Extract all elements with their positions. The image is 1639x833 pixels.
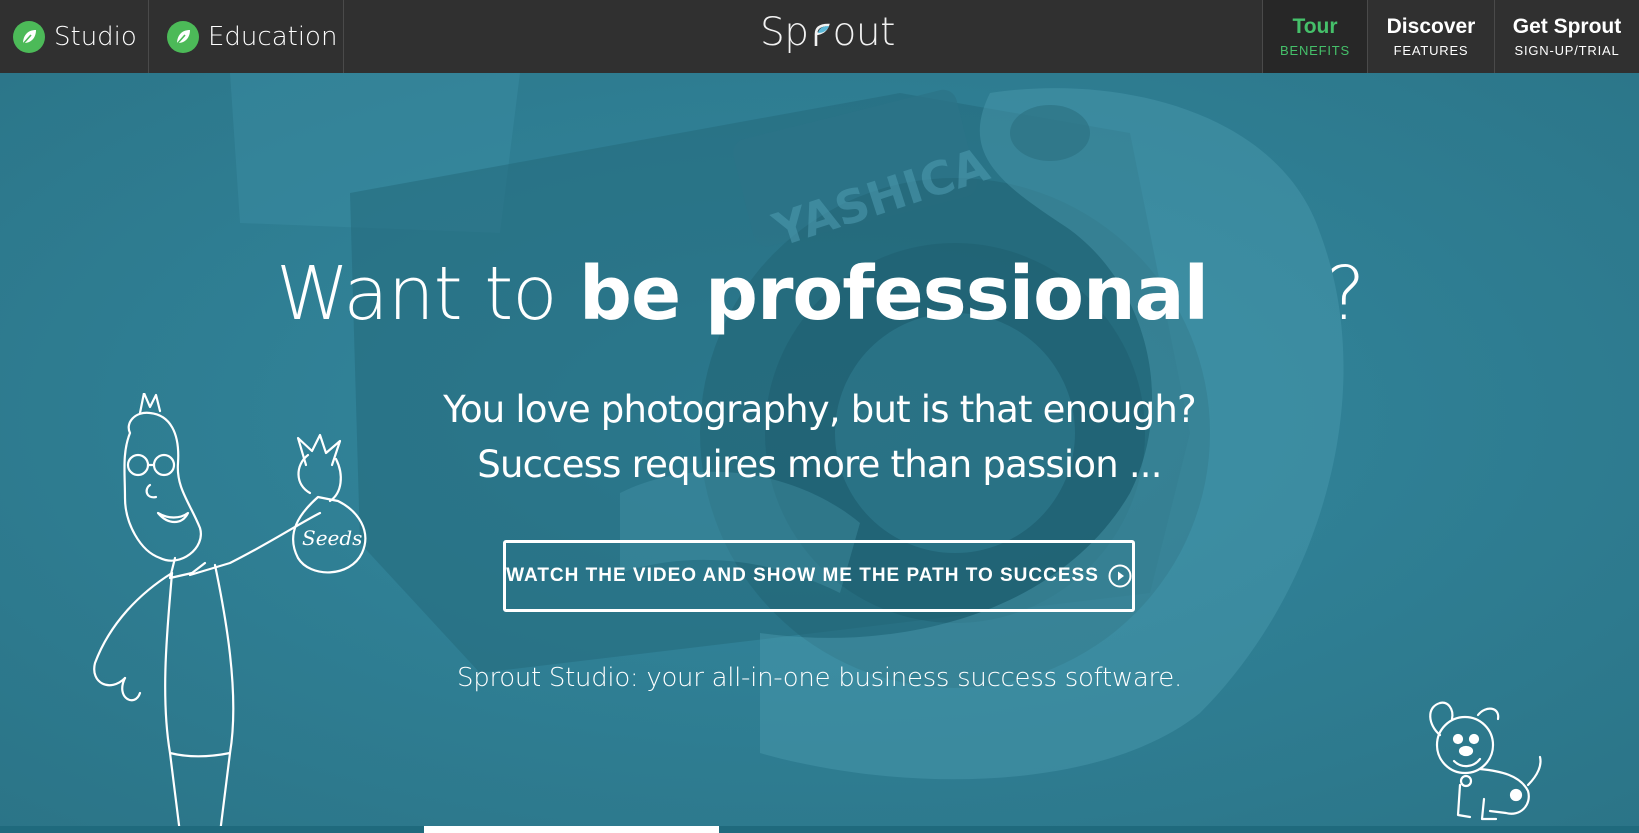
tab-studio[interactable]: Studio [0, 0, 149, 83]
logo-text-left: Sp [760, 10, 809, 55]
headline-light: Want to [276, 251, 558, 337]
cartoon-dog-illustration [1429, 701, 1542, 821]
hero-section: YASHICA Want to be professional ? You lo… [0, 73, 1639, 833]
watch-video-button[interactable]: WATCH THE VIDEO AND SHOW ME THE PATH TO … [503, 540, 1135, 612]
bag-label: Seeds [302, 526, 362, 550]
slider-track [0, 826, 1639, 833]
nav-discover-title: Discover [1386, 15, 1476, 38]
nav-get-sprout-subtitle: SIGN-UP/TRIAL [1514, 43, 1620, 58]
tab-education-label: Education [208, 21, 338, 52]
top-nav: Studio Education Sp out Tour BENEFITS Di… [0, 0, 1639, 83]
hero-headline: Want to be professional ? [276, 251, 1365, 337]
sprout-logo[interactable]: Sp out [760, 10, 895, 55]
nav-discover-subtitle: FEATURES [1393, 43, 1469, 58]
nav-get-sprout-title: Get Sprout [1512, 15, 1622, 38]
nav-tour-title: Tour [1292, 15, 1338, 38]
play-circle-icon [1108, 564, 1132, 588]
headline-end: ? [1326, 251, 1365, 337]
nav-get-sprout[interactable]: Get Sprout SIGN-UP/TRIAL [1494, 0, 1639, 73]
slider-indicator[interactable] [424, 826, 719, 833]
tab-education[interactable]: Education [149, 0, 344, 73]
leaf-icon [167, 20, 199, 53]
watch-video-button-label: WATCH THE VIDEO AND SHOW ME THE PATH TO … [506, 565, 1099, 586]
tab-studio-label: Studio [54, 21, 137, 52]
sprout-leaf-icon [814, 23, 830, 46]
nav-tour-subtitle: BENEFITS [1280, 43, 1350, 58]
nav-tour[interactable]: Tour BENEFITS [1262, 0, 1367, 73]
cartoon-man-illustration: Seeds [93, 393, 367, 833]
logo-text-right: out [832, 10, 896, 55]
leaf-icon [13, 20, 45, 53]
nav-discover[interactable]: Discover FEATURES [1367, 0, 1494, 73]
headline-bold: be professional [579, 251, 1209, 337]
